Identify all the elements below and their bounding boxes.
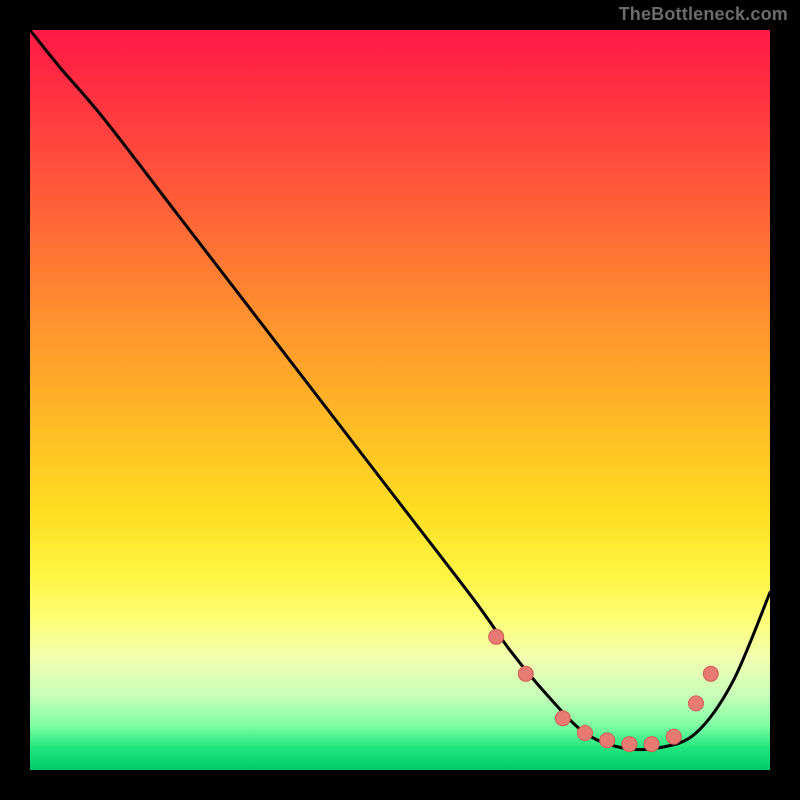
data-marker	[518, 666, 533, 681]
data-marker	[644, 737, 659, 752]
data-marker	[555, 711, 570, 726]
data-marker	[689, 696, 704, 711]
chart-frame: TheBottleneck.com	[0, 0, 800, 800]
data-marker	[489, 629, 504, 644]
data-marker	[600, 733, 615, 748]
data-marker	[703, 666, 718, 681]
watermark-text: TheBottleneck.com	[619, 4, 788, 25]
marker-group	[489, 629, 719, 751]
bottleneck-curve	[30, 30, 770, 750]
curve-line-group	[30, 30, 770, 750]
chart-svg	[30, 30, 770, 770]
data-marker	[622, 737, 637, 752]
data-marker	[666, 729, 681, 744]
plot-area	[30, 30, 770, 770]
data-marker	[578, 726, 593, 741]
